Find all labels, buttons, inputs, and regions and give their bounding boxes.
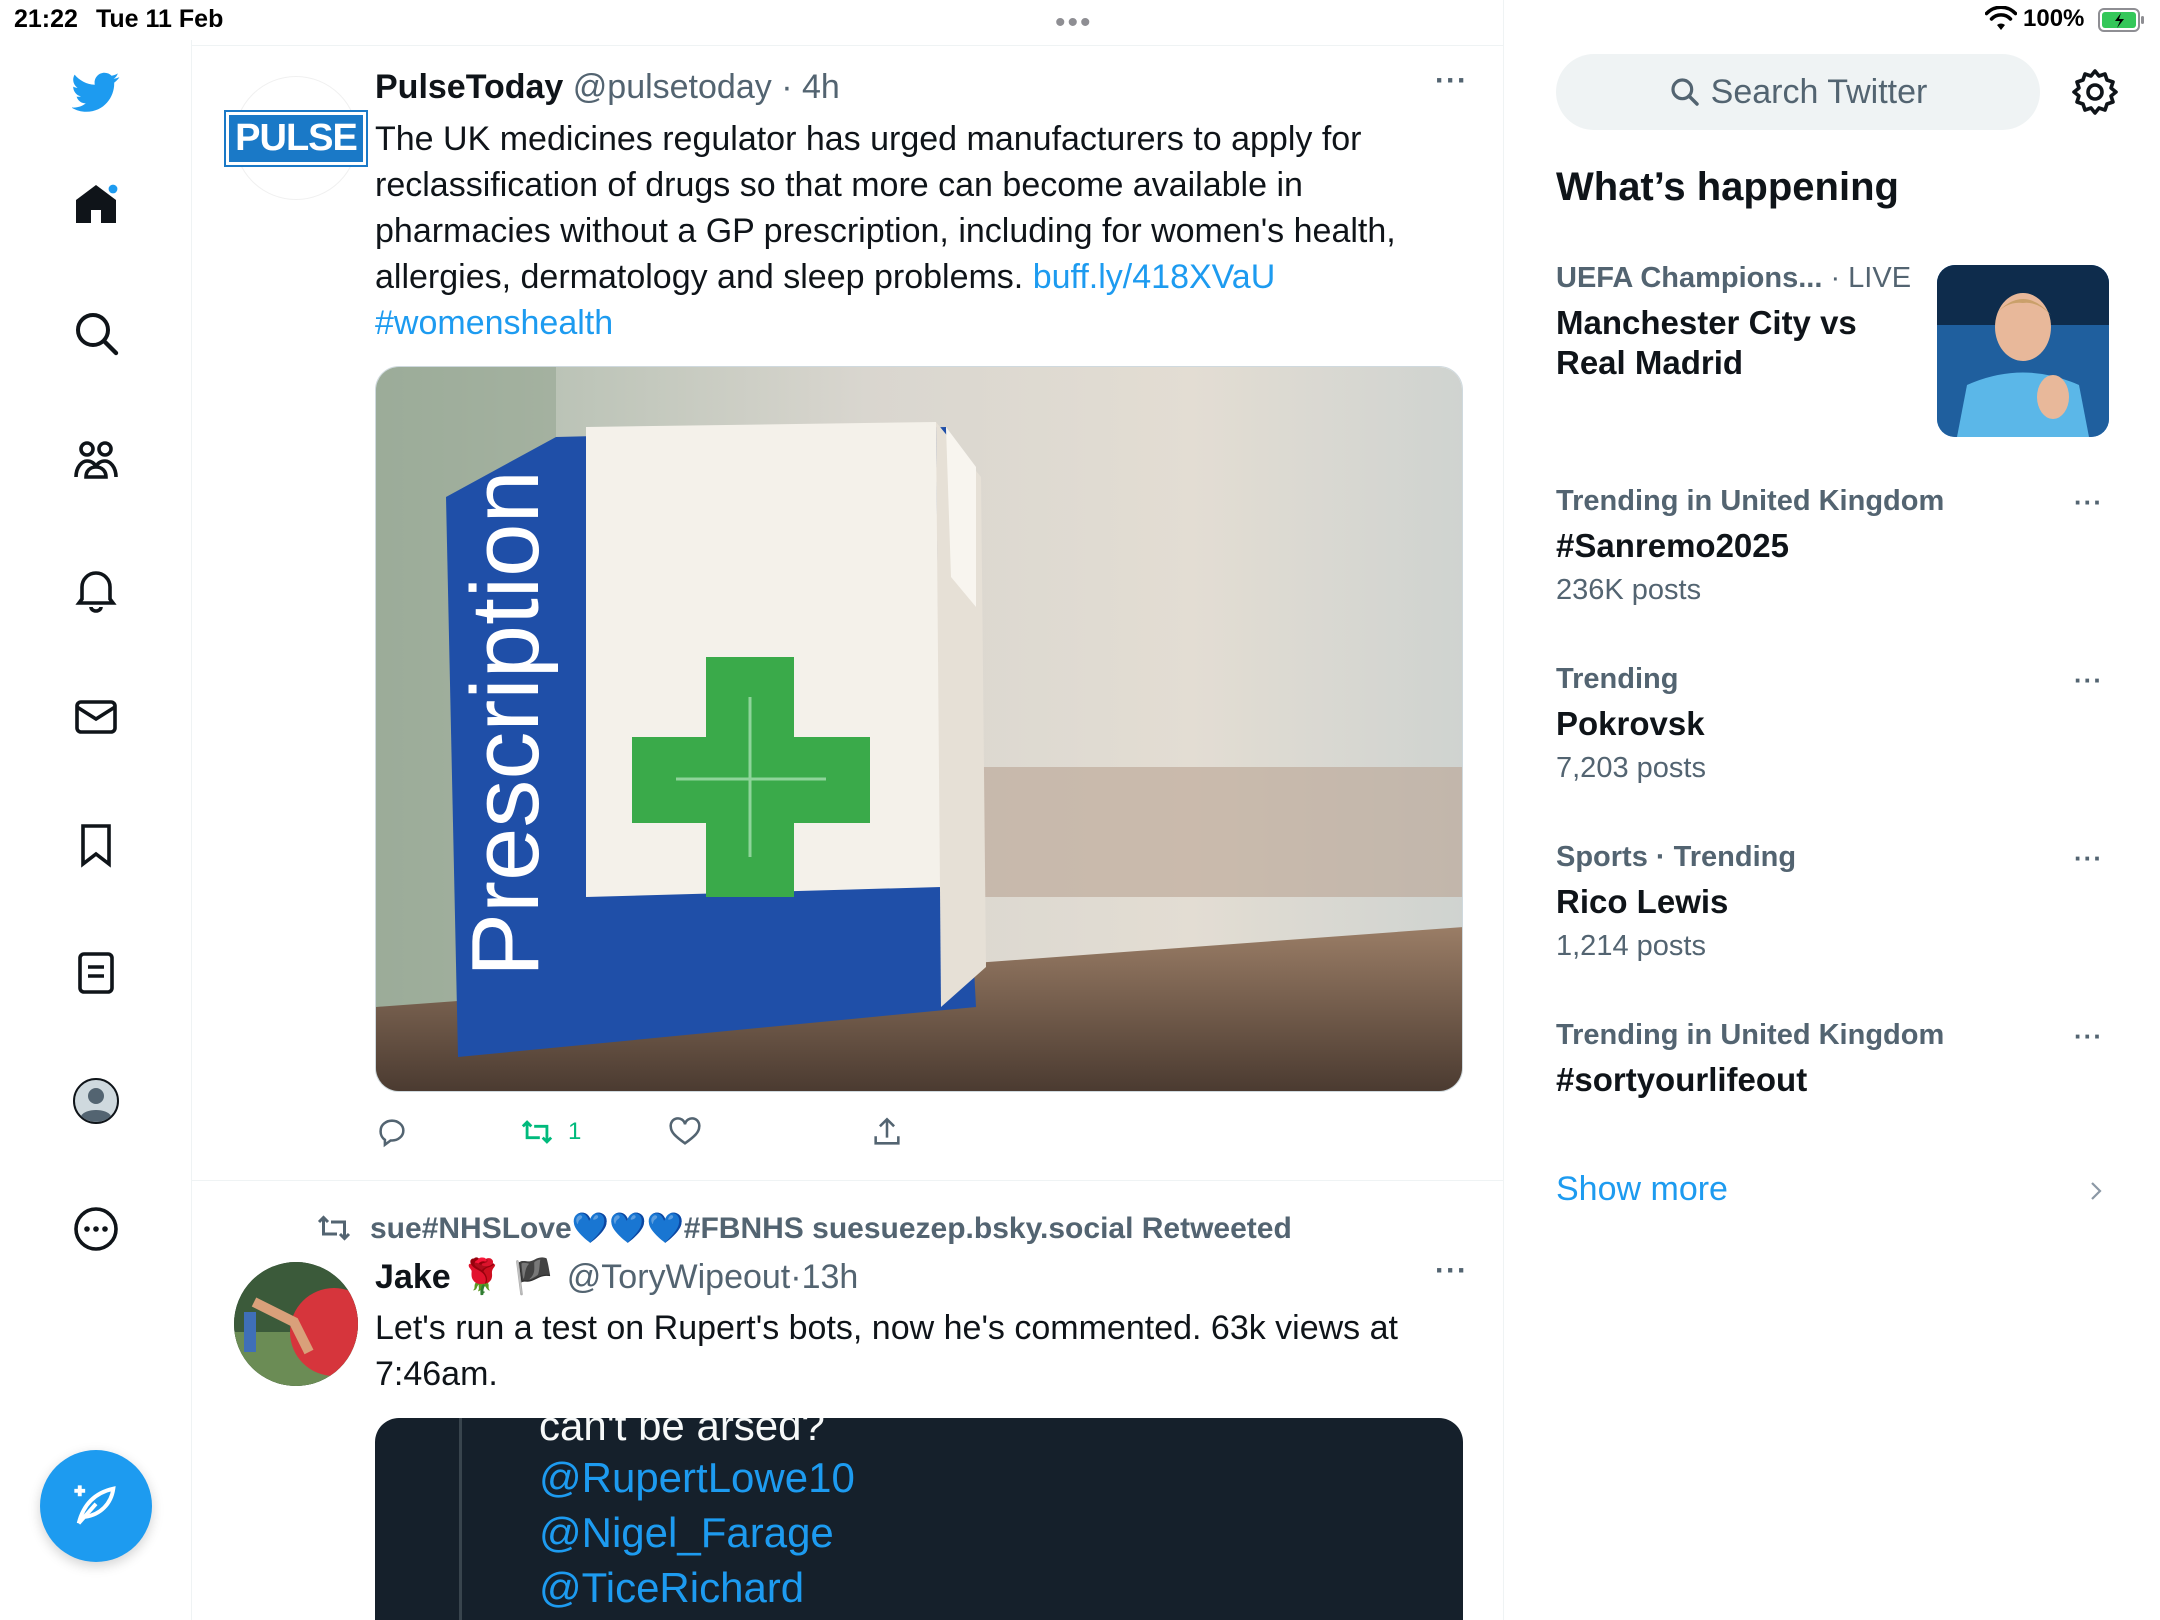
tweet-hashtag[interactable]: #womenshealth: [375, 304, 613, 342]
tweet-more-icon[interactable]: ···: [1435, 1254, 1468, 1288]
footballer-image: [1937, 265, 2109, 437]
tweet-author-handle[interactable]: @pulsetoday: [573, 68, 772, 106]
trend-category: Trending in United Kingdom: [1556, 485, 1945, 517]
home-icon[interactable]: [66, 174, 126, 234]
image-mention: @Nigel_Farage: [539, 1509, 834, 1556]
tweet-text: Let's run a test on Rupert's bots, now h…: [375, 1309, 1398, 1393]
search-placeholder: Search Twitter: [1710, 72, 1928, 111]
more-icon[interactable]: [66, 1199, 126, 1259]
trend-category: Trending: [1556, 663, 1679, 695]
notifications-icon[interactable]: [66, 559, 126, 619]
trend-item[interactable]: Sports · Trending Rico Lewis 1,214 posts: [1556, 841, 2112, 963]
jake-avatar-image: [234, 1262, 358, 1386]
quote-bar: [459, 1418, 462, 1620]
prescription-bag-image: Prescription: [376, 367, 1462, 1091]
tweet-author-name[interactable]: PulseToday: [375, 68, 563, 106]
trend-category: Trending in United Kingdom: [1556, 1019, 1945, 1051]
retweet-count: 1: [568, 1118, 582, 1145]
tweet-image[interactable]: Prescription: [375, 366, 1463, 1092]
trend-title: Manchester City vs Real Madrid: [1556, 304, 1857, 381]
header-separator: ·: [781, 68, 793, 106]
search-icon[interactable]: [66, 303, 126, 363]
tweet-time[interactable]: 4h: [802, 68, 840, 106]
tweet-header: Jake 🌹 🏴 @ToryWipeout · 13h: [375, 1257, 858, 1297]
pulse-logo: PULSE: [224, 109, 368, 167]
status-time: 21:22: [14, 5, 78, 33]
bag-text: Prescription: [452, 470, 559, 977]
image-text: can't be arsed?: [539, 1418, 825, 1449]
tweet[interactable]: PULSE PulseToday @pulsetoday · 4h ··· Th…: [192, 46, 1503, 1181]
profile-icon[interactable]: [66, 1071, 126, 1131]
trend-count: 236K posts: [1556, 574, 1702, 606]
image-mention: @TiceRichard: [539, 1564, 805, 1611]
tweet-author-name[interactable]: Jake: [375, 1258, 451, 1297]
trend-item[interactable]: Trending in United Kingdom #sortyourlife…: [1556, 1019, 2112, 1100]
wifi-icon: [1985, 6, 2017, 30]
tweet-actions: 1: [375, 1112, 1275, 1152]
tweet-text: The UK medicines regulator has urged man…: [375, 116, 1435, 346]
avatar[interactable]: [234, 1262, 358, 1386]
reply-button[interactable]: [375, 1112, 409, 1152]
retweeted-by-text: sue#NHSLove💙💙💙#FBNHS suesuezep.bsky.soci…: [370, 1211, 1292, 1245]
trend-more-icon[interactable]: ···: [2074, 665, 2103, 696]
trend-category: UEFA Champions...: [1556, 262, 1823, 294]
retweeted-by[interactable]: sue#NHSLove💙💙💙#FBNHS suesuezep.bsky.soci…: [316, 1210, 1292, 1246]
tweet-header: PulseToday @pulsetoday · 4h: [375, 68, 840, 107]
like-button[interactable]: [668, 1112, 702, 1152]
communities-icon[interactable]: [66, 431, 126, 491]
trend-thumbnail[interactable]: [1937, 265, 2109, 437]
avatar[interactable]: PULSE: [224, 76, 368, 200]
trend-title: Pokrovsk: [1556, 705, 1705, 742]
left-nav: [0, 40, 192, 1620]
tweet-link[interactable]: buff.ly/418XVaU: [1033, 258, 1276, 296]
trend-category: Sports · Trending: [1556, 841, 1797, 873]
compose-icon: [74, 1485, 116, 1525]
retweet-icon: [317, 1215, 351, 1241]
right-sidebar: Search Twitter What’s happening UEFA Cha…: [1504, 40, 2160, 1620]
twitter-logo-icon[interactable]: [66, 62, 126, 122]
bookmarks-icon[interactable]: [66, 815, 126, 875]
trend-more-icon[interactable]: ···: [2074, 487, 2103, 518]
share-icon: [874, 1117, 900, 1145]
tweet-author-handle[interactable]: @ToryWipeout: [567, 1258, 790, 1297]
chevron-right-icon: [2091, 1182, 2102, 1200]
trend-count: 1,214 posts: [1556, 930, 1706, 962]
trend-title: #sortyourlifeout: [1556, 1061, 1808, 1098]
tweet-time[interactable]: 13h: [802, 1258, 859, 1297]
messages-icon[interactable]: [66, 687, 126, 747]
trend-title: Rico Lewis: [1556, 883, 1729, 920]
tweet[interactable]: sue#NHSLove💙💙💙#FBNHS suesuezep.bsky.soci…: [192, 1182, 1503, 1620]
settings-gear-icon[interactable]: [2071, 68, 2119, 116]
retweet-icon: [521, 1120, 553, 1144]
heart-icon: [669, 1117, 701, 1145]
trend-item[interactable]: Trending in United Kingdom #Sanremo2025 …: [1556, 485, 2112, 607]
trend-title: #Sanremo2025: [1556, 527, 1789, 564]
trend-item[interactable]: Trending Pokrovsk 7,203 posts: [1556, 663, 2112, 785]
tweet-image[interactable]: can't be arsed? @RupertLowe10 @Nigel_Far…: [375, 1418, 1463, 1620]
lists-icon[interactable]: [66, 943, 126, 1003]
tweet-more-icon[interactable]: ···: [1435, 64, 1468, 98]
reply-icon: [379, 1119, 405, 1148]
name-emojis: 🌹 🏴: [460, 1258, 555, 1296]
share-button[interactable]: [870, 1112, 904, 1152]
live-badge: · LIVE: [1822, 262, 1912, 294]
trend-more-icon[interactable]: ···: [2074, 1021, 2103, 1052]
trend-more-icon[interactable]: ···: [2074, 843, 2103, 874]
compose-tweet-button[interactable]: [40, 1450, 152, 1562]
retweet-button[interactable]: 1: [520, 1112, 581, 1152]
battery-icon: [2098, 8, 2144, 32]
battery-percent: 100%: [2023, 5, 2085, 32]
search-icon: [1671, 78, 1699, 106]
show-more-link[interactable]: Show more: [1556, 1170, 1728, 1209]
header-separator: ·: [790, 1257, 802, 1296]
whats-happening-heading: What’s happening: [1556, 165, 1899, 209]
trend-count: 7,203 posts: [1556, 752, 1706, 784]
image-mention: @RupertLowe10: [539, 1454, 855, 1501]
timeline: PULSE PulseToday @pulsetoday · 4h ··· Th…: [192, 0, 1504, 1620]
search-input[interactable]: Search Twitter: [1556, 54, 2040, 130]
